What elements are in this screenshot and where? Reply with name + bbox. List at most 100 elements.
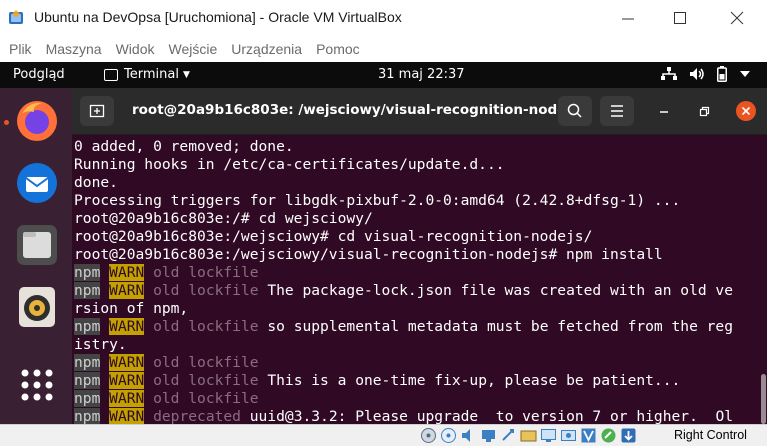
terminal-line: npm WARN old lockfile: [74, 264, 764, 282]
token-npm: npm: [74, 318, 101, 335]
terminal-scrollbar[interactable]: [761, 374, 766, 424]
window-title: Ubuntu na DevOpsa [Uruchomiona] - Oracle…: [34, 9, 402, 25]
terminal-title: root@20a9b16c803e: /wejsciowy/visual-rec…: [132, 102, 580, 118]
volume-icon: [690, 68, 704, 80]
system-menu-caret-icon: [740, 71, 750, 77]
token-depr: deprecated: [153, 408, 241, 424]
terminal-window[interactable]: root@20a9b16c803e: /wejsciowy/visual-rec…: [72, 88, 767, 424]
terminal-text: root@20a9b16c803e:/wejsciowy/visual-reco…: [74, 246, 663, 263]
minimize-icon[interactable]: [613, 4, 643, 32]
terminal-text: done.: [74, 174, 118, 191]
shared-folders-icon[interactable]: [520, 427, 537, 444]
terminal-line: Running hooks in /etc/ca-certificates/up…: [74, 156, 764, 174]
network-adapter-icon[interactable]: [480, 427, 497, 444]
new-tab-icon: [89, 104, 105, 118]
system-tray[interactable]: [661, 66, 751, 82]
token-oldlock: old lockfile: [153, 354, 259, 371]
terminal-line: npm WARN old lockfile The package-lock.j…: [74, 282, 764, 300]
terminal-line: root@20a9b16c803e:/wejsciowy/visual-reco…: [74, 246, 764, 264]
activities-button[interactable]: Podgląd: [13, 67, 65, 82]
token-npm: npm: [74, 390, 101, 407]
search-button[interactable]: [558, 96, 592, 126]
hamburger-menu-button[interactable]: [600, 96, 634, 126]
menu-wejscie[interactable]: Wejście: [169, 41, 218, 57]
display-icon[interactable]: [540, 427, 557, 444]
terminal-text: 0 added, 0 removed; done.: [74, 138, 294, 155]
terminal-text: istry.: [74, 336, 127, 353]
token-oldlock: old lockfile: [153, 282, 259, 299]
token-npm: npm: [74, 282, 101, 299]
token-npm: npm: [74, 354, 101, 371]
token-oldlock: old lockfile: [153, 264, 259, 281]
token-oldlock: old lockfile: [153, 372, 259, 389]
terminal-close-icon[interactable]: [736, 101, 756, 121]
terminal-text: root@20a9b16c803e:/# cd wejsciowy/: [74, 210, 373, 227]
dock: [0, 88, 72, 424]
menu-plik[interactable]: Plik: [9, 41, 32, 57]
token-npm: npm: [74, 372, 101, 389]
terminal-line: rsion of npm,: [74, 300, 764, 318]
token-npm: npm: [74, 264, 101, 281]
token-warn: WARN: [109, 318, 145, 335]
optical-drive-icon[interactable]: [440, 427, 457, 444]
terminal-line: 0 added, 0 removed; done.: [74, 138, 764, 156]
menu-urzadzenia[interactable]: Urządzenia: [231, 41, 302, 57]
host-key-label: Right Control: [674, 428, 747, 442]
host-title-bar: Ubuntu na DevOpsa [Uruchomiona] - Oracle…: [0, 0, 767, 36]
terminal-line: Processing triggers for libgdk-pixbuf-2.…: [74, 192, 764, 210]
terminal-text: Running hooks in /etc/ca-certificates/up…: [74, 156, 505, 173]
clock[interactable]: 31 maj 22:37: [378, 67, 465, 82]
rhythmbox-icon[interactable]: [14, 284, 60, 330]
terminal-output[interactable]: 0 added, 0 removed; done. Running hooks i…: [74, 138, 764, 424]
usb-icon[interactable]: [500, 427, 517, 444]
show-applications-icon[interactable]: [14, 362, 60, 408]
guest-screen[interactable]: Podgląd Terminal ▼ 31 maj 22:37 root@20a…: [0, 62, 767, 424]
active-indicator-dot: [4, 120, 9, 125]
gnome-top-bar: Podgląd Terminal ▼ 31 maj 22:37: [0, 62, 767, 88]
token-npm: npm: [74, 408, 101, 424]
virtualbox-icon: [9, 10, 23, 24]
terminal-icon: [104, 68, 118, 81]
token-warn: WARN: [109, 408, 145, 424]
terminal-text: Processing triggers for libgdk-pixbuf-2.…: [74, 192, 681, 209]
terminal-line: npm WARN old lockfile This is a one-time…: [74, 372, 764, 390]
close-icon[interactable]: [722, 4, 752, 32]
terminal-text: The package-lock.json file was created w…: [258, 282, 734, 299]
host-key-arrow-icon[interactable]: [620, 427, 637, 444]
mouse-integration-icon[interactable]: [600, 427, 617, 444]
token-warn: WARN: [109, 390, 145, 407]
terminal-restore-icon[interactable]: [694, 102, 714, 122]
vt-x-icon[interactable]: [580, 427, 597, 444]
files-icon[interactable]: [14, 222, 60, 268]
maximize-icon[interactable]: [665, 4, 695, 32]
terminal-text: This is a one-time fix-up, please be pat…: [258, 372, 681, 389]
token-warn: WARN: [109, 354, 145, 371]
terminal-text: so supplemental metadata must be fetched…: [258, 318, 734, 335]
terminal-text: root@20a9b16c803e:/wejsciowy# cd visual-…: [74, 228, 593, 245]
audio-icon[interactable]: [460, 427, 477, 444]
status-icons: [420, 427, 637, 444]
app-menu[interactable]: Terminal ▼: [104, 67, 190, 82]
token-warn: WARN: [109, 264, 145, 281]
terminal-minimize-icon[interactable]: [654, 102, 674, 122]
terminal-line: done.: [74, 174, 764, 192]
hamburger-menu-icon: [611, 105, 623, 117]
menu-maszyna[interactable]: Maszyna: [46, 41, 102, 57]
firefox-icon[interactable]: [14, 98, 60, 144]
menu-pomoc[interactable]: Pomoc: [316, 41, 360, 57]
new-tab-button[interactable]: [80, 96, 114, 126]
terminal-header-bar[interactable]: root@20a9b16c803e: /wejsciowy/visual-rec…: [72, 88, 767, 135]
menu-widok[interactable]: Widok: [116, 41, 155, 57]
hard-disk-icon[interactable]: [420, 427, 437, 444]
terminal-line: root@20a9b16c803e:/# cd wejsciowy/: [74, 210, 764, 228]
recording-icon[interactable]: [560, 427, 577, 444]
thunderbird-icon[interactable]: [14, 160, 60, 206]
